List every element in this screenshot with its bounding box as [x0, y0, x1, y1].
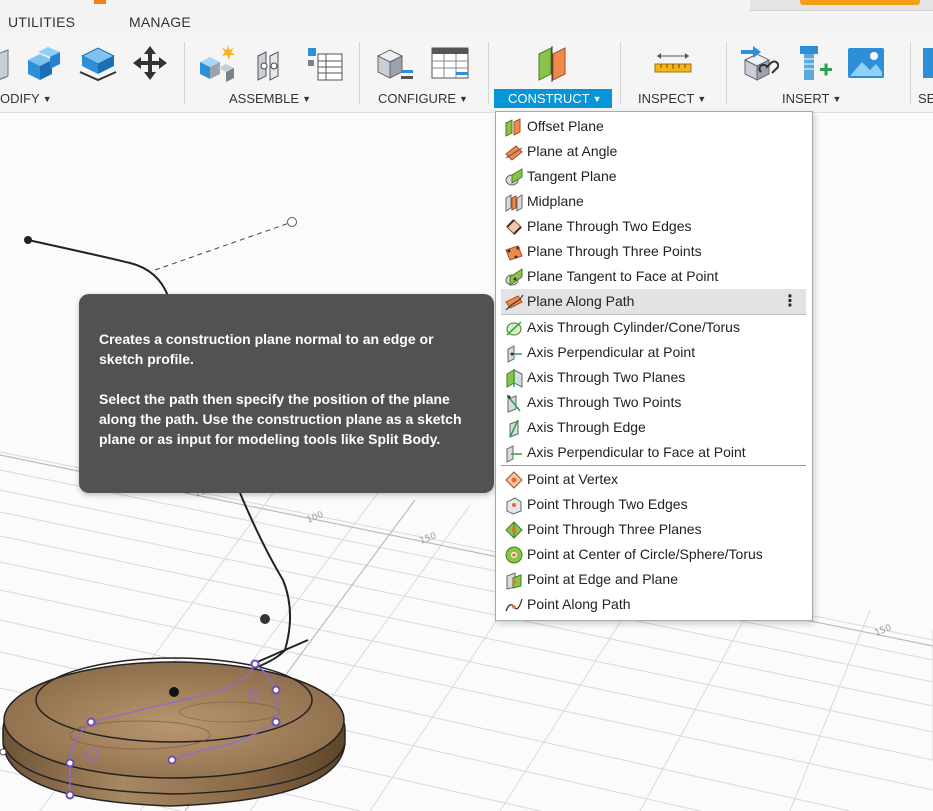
svg-text:100: 100 [305, 510, 325, 526]
menu-item-point-along-path[interactable]: Point Along Path [501, 592, 806, 617]
app-logo-fragment [94, 0, 106, 4]
bill-of-materials-icon[interactable] [304, 42, 344, 84]
modify-offset-face-icon[interactable] [78, 42, 118, 84]
point-edge-plane-icon [506, 572, 522, 590]
tab-utilities[interactable]: UTILITIES [8, 14, 75, 30]
configure-group-label[interactable]: CONFIGURE ▼ [378, 91, 468, 106]
construct-dropdown-button[interactable]: CONSTRUCT ▼ [494, 89, 612, 108]
menu-item-point-edge-plane[interactable]: Point at Edge and Plane [501, 567, 806, 592]
wooden-base-body[interactable] [2, 657, 346, 807]
tooltip-description: Select the path then specify the positio… [99, 391, 462, 447]
configure-label-text: CONFIGURE [378, 91, 456, 106]
plane-tangent-face-icon [505, 268, 523, 286]
modify-group-label[interactable]: ODIFY ▼ [0, 91, 52, 106]
menu-item-point-two-edges[interactable]: Point Through Two Edges [501, 492, 806, 517]
menu-item-axis-two-points[interactable]: Axis Through Two Points [501, 390, 806, 415]
configuration-table-icon[interactable] [430, 42, 470, 84]
axis-cylinder-icon [506, 321, 522, 336]
command-tooltip: Creates a construction plane normal to a… [79, 294, 494, 493]
menu-divider [501, 465, 806, 466]
menu-item-point-three-planes[interactable]: Point Through Three Planes [501, 517, 806, 542]
midplane-icon [505, 194, 523, 212]
toolbar-divider [488, 42, 489, 104]
select-tool-icon[interactable] [921, 42, 933, 84]
chevron-down-icon: ▼ [697, 94, 707, 104]
insert-label-text: INSERT [782, 91, 830, 106]
menu-item-plane-along-path[interactable]: Plane Along Path ⋮ [501, 289, 806, 315]
menu-item-axis-two-planes[interactable]: Axis Through Two Planes [501, 365, 806, 390]
axis-perpendicular-face-icon [506, 445, 522, 463]
toolbar-divider [620, 42, 621, 104]
construct-plane-icon[interactable] [535, 42, 575, 84]
menu-item-point-vertex[interactable]: Point at Vertex [501, 467, 806, 492]
joint-icon[interactable] [252, 42, 292, 84]
axis-two-points-icon [506, 394, 521, 413]
plane-along-path-icon [505, 294, 524, 311]
offset-plane-icon [505, 118, 521, 137]
menu-item-offset-plane[interactable]: Offset Plane [501, 114, 806, 139]
path-point[interactable] [169, 687, 179, 697]
new-component-icon[interactable] [196, 42, 236, 84]
point-vertex-icon [505, 471, 523, 489]
insert-canvas-image-icon[interactable] [846, 42, 886, 84]
insert-mcmaster-icon[interactable] [794, 42, 834, 84]
toolbar-divider [726, 42, 727, 104]
menu-item-tangent-plane[interactable]: Tangent Plane [501, 164, 806, 189]
menu-item-axis-edge[interactable]: Axis Through Edge [501, 415, 806, 440]
path-endpoint[interactable] [24, 236, 32, 244]
chevron-down-icon: ▼ [832, 94, 842, 104]
move-copy-icon[interactable] [130, 42, 170, 84]
measure-icon[interactable] [653, 42, 693, 84]
tangent-plane-icon [505, 168, 523, 186]
chevron-down-icon: ▼ [302, 94, 312, 104]
toolbar-divider [910, 42, 911, 104]
menu-item-plane-three-points[interactable]: Plane Through Three Points [501, 239, 806, 264]
menu-item-plane-at-angle[interactable]: Plane at Angle [501, 139, 806, 164]
construct-label-text: CONSTRUCT [508, 91, 590, 106]
axis-perpendicular-point-icon [507, 345, 522, 363]
menu-item-point-center[interactable]: Point at Center of Circle/Sphere/Torus [501, 542, 806, 567]
menu-item-axis-perpendicular-face[interactable]: Axis Perpendicular to Face at Point [501, 440, 806, 465]
more-options-icon[interactable]: ⋮ [782, 291, 798, 311]
point-three-planes-icon [505, 521, 523, 539]
chevron-down-icon: ▼ [459, 94, 468, 104]
menu-item-axis-cylinder[interactable]: Axis Through Cylinder/Cone/Torus [501, 315, 806, 340]
menu-item-plane-two-edges[interactable]: Plane Through Two Edges [501, 214, 806, 239]
chevron-down-icon: ▼ [592, 94, 602, 104]
insert-derive-icon[interactable] [739, 42, 779, 84]
toolbar-divider [184, 42, 185, 104]
insert-group-label[interactable]: INSERT ▼ [782, 91, 841, 106]
top-orange-button[interactable] [800, 0, 920, 5]
chevron-down-icon: ▼ [42, 94, 52, 104]
select-group-label[interactable]: SE [918, 91, 933, 106]
tooltip-summary: Creates a construction plane normal to a… [99, 331, 434, 367]
ribbon-toolbar: ODIFY ▼ ASSEMBLE ▼ CONFIGURE ▼ CONSTRUCT ▼ [0, 34, 933, 113]
toolbar-divider [359, 42, 360, 104]
ribbon-tab-bar: UTILITIES MANAGE [0, 0, 933, 34]
menu-item-axis-perpendicular-point[interactable]: Axis Perpendicular at Point [501, 340, 806, 365]
inspect-label-text: INSPECT [638, 91, 695, 106]
plane-three-points-icon [505, 245, 523, 261]
inspect-group-label[interactable]: INSPECT ▼ [638, 91, 706, 106]
configure-part-icon[interactable] [374, 42, 414, 84]
point-center-icon [505, 546, 523, 564]
menu-item-midplane[interactable]: Midplane [501, 189, 806, 214]
construction-point[interactable] [287, 217, 297, 227]
construct-dropdown-menu: Offset Plane Plane at Angle Tangent Plan… [495, 111, 813, 621]
menu-item-plane-tangent-face[interactable]: Plane Tangent to Face at Point [501, 264, 806, 289]
modify-combine-icon[interactable] [22, 42, 62, 84]
assemble-group-label[interactable]: ASSEMBLE ▼ [229, 91, 311, 106]
sketch-point[interactable] [260, 614, 270, 624]
point-along-path-icon [505, 598, 523, 612]
tab-manage[interactable]: MANAGE [129, 14, 191, 30]
modify-label-text: ODIFY [0, 91, 40, 106]
axis-two-planes-icon [506, 369, 523, 388]
axis-edge-icon [509, 419, 519, 438]
assemble-label-text: ASSEMBLE [229, 91, 300, 106]
point-two-edges-icon [506, 497, 522, 515]
plane-two-edges-icon [506, 219, 522, 235]
dashed-construction-line[interactable] [154, 221, 293, 271]
sketch-path-upper[interactable] [27, 239, 169, 297]
plane-at-angle-icon [505, 145, 523, 161]
